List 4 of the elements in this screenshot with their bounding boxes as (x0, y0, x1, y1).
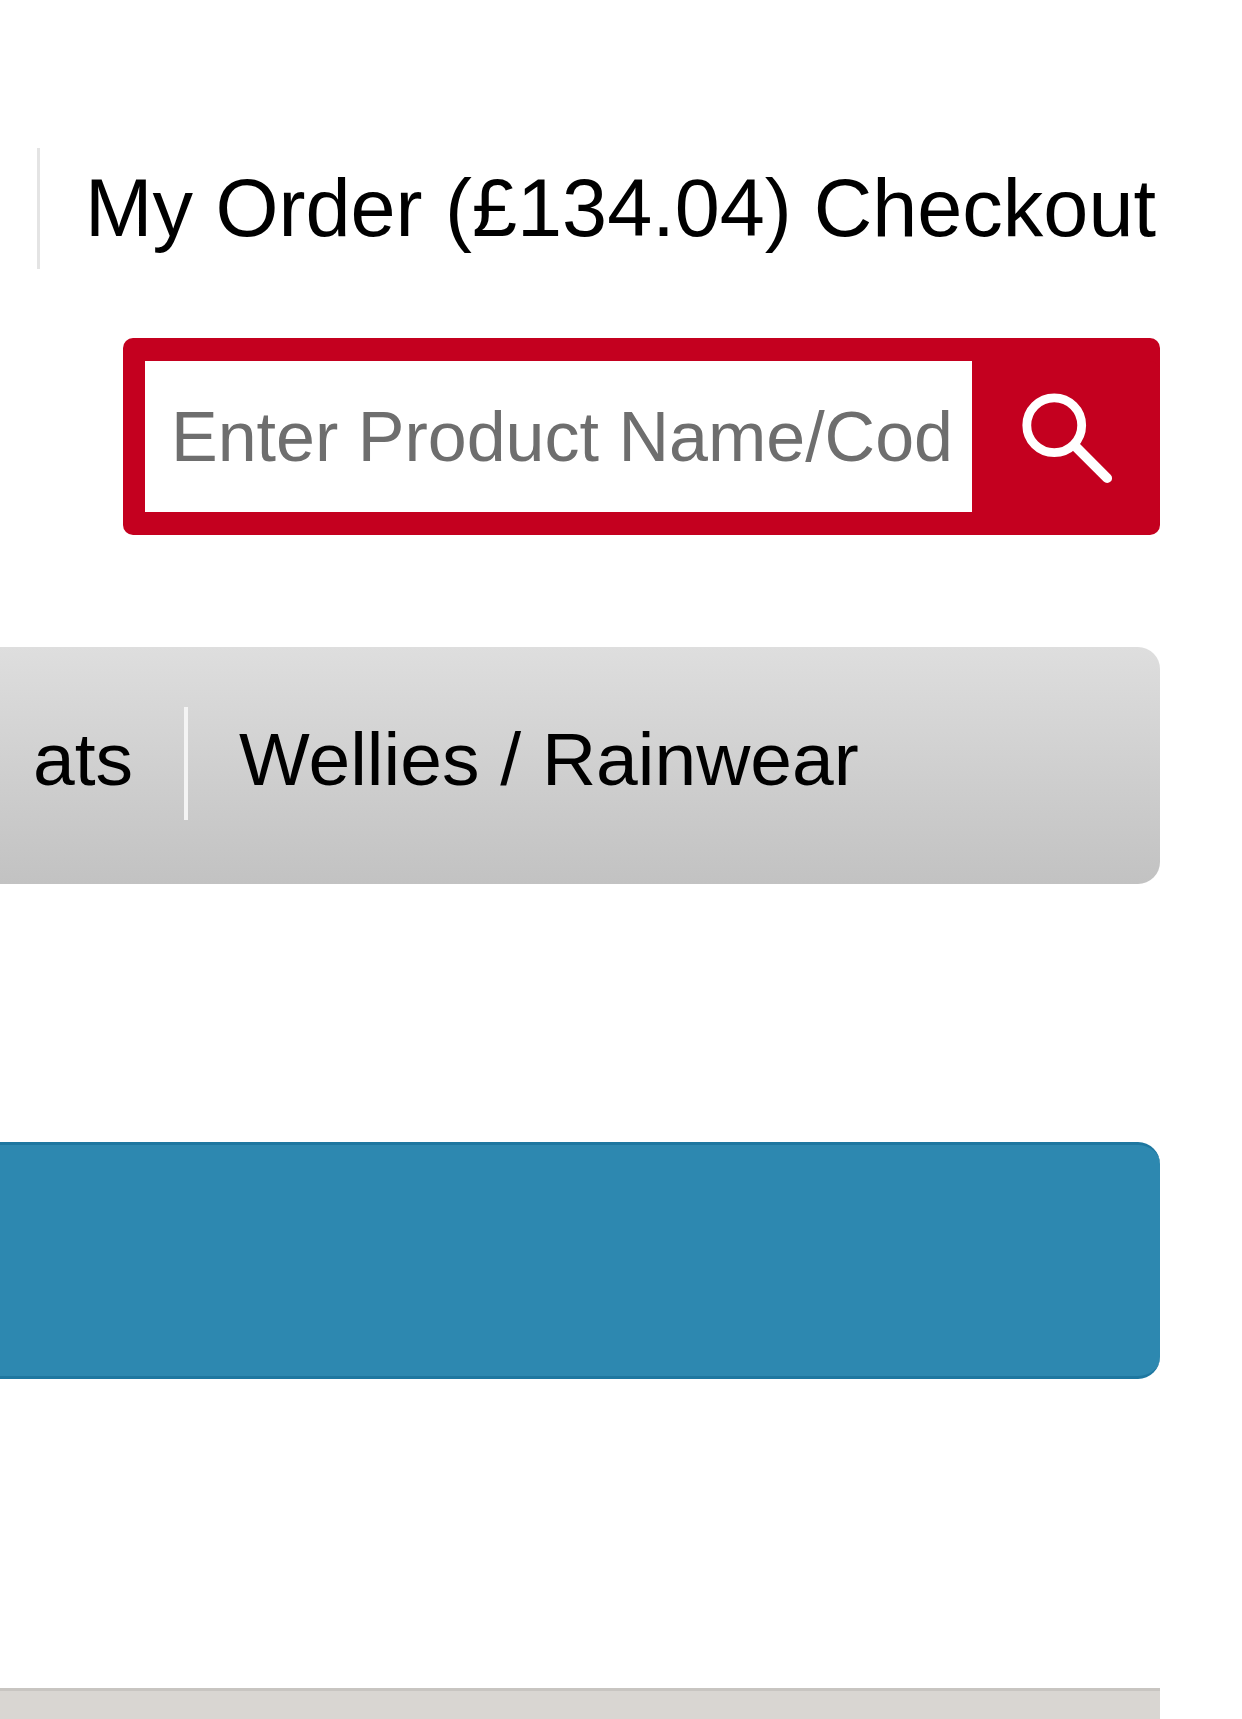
checkout-link[interactable]: Checkout (813, 168, 1156, 249)
category-nav-link[interactable]: Wellies / Rainwear (239, 722, 859, 797)
search-field[interactable]: Enter Product Name/Cod (145, 361, 972, 512)
category-nav-link[interactable]: ats (33, 722, 134, 797)
